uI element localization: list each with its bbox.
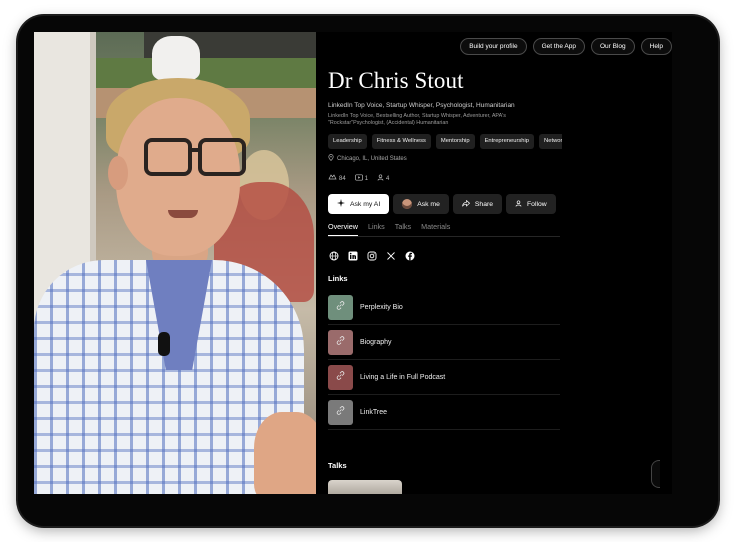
tag-chip[interactable]: Fitness & Wellness bbox=[371, 134, 431, 149]
list-item[interactable]: LinkTree bbox=[328, 395, 560, 430]
tag-chip[interactable]: Leadership bbox=[328, 134, 367, 149]
link-thumbnail bbox=[328, 294, 353, 320]
photo-mouth bbox=[168, 210, 198, 218]
talks-section-title: Talks bbox=[328, 461, 347, 470]
list-item[interactable]: Perplexity Bio bbox=[328, 290, 560, 325]
person-icon bbox=[515, 199, 522, 209]
tab-materials[interactable]: Materials bbox=[421, 222, 450, 236]
likes-stat: 84 bbox=[328, 174, 346, 183]
photo-microphone bbox=[158, 332, 170, 356]
ask-me-button[interactable]: Ask me bbox=[393, 194, 449, 214]
location-text: Chicago, IL, United States bbox=[337, 155, 407, 162]
tag-list: Leadership Fitness & Wellness Mentorship… bbox=[328, 134, 562, 150]
sparkle-icon bbox=[337, 199, 345, 209]
follow-button[interactable]: Follow bbox=[506, 194, 556, 214]
facebook-icon[interactable] bbox=[404, 250, 415, 261]
tab-overview[interactable]: Overview bbox=[328, 222, 358, 236]
link-thumbnail bbox=[328, 329, 353, 355]
list-item[interactable]: Biography bbox=[328, 325, 560, 360]
link-label: Living a Life in Full Podcast bbox=[360, 373, 446, 381]
link-icon bbox=[335, 298, 346, 316]
tab-talks[interactable]: Talks bbox=[395, 222, 411, 236]
get-app-button[interactable]: Get the App bbox=[532, 38, 585, 55]
links-section-title: Links bbox=[328, 274, 348, 283]
share-icon bbox=[462, 199, 470, 209]
photo-glasses bbox=[144, 138, 246, 176]
photo-hand bbox=[254, 412, 316, 494]
followers-stat: 4 bbox=[377, 174, 389, 183]
x-icon[interactable] bbox=[385, 250, 396, 261]
person-icon bbox=[377, 174, 384, 183]
tag-chip[interactable]: Entrepreneurship bbox=[479, 134, 535, 149]
link-label: Perplexity Bio bbox=[360, 303, 403, 311]
profile-tabs: Overview Links Talks Materials bbox=[328, 222, 560, 237]
location-pin-icon bbox=[328, 154, 334, 163]
link-thumbnail bbox=[328, 364, 353, 390]
blog-button[interactable]: Our Blog bbox=[590, 38, 635, 55]
help-button[interactable]: Help bbox=[640, 38, 672, 55]
share-button[interactable]: Share bbox=[452, 194, 503, 214]
ask-ai-button[interactable]: Ask my AI bbox=[328, 194, 390, 214]
profile-content: Build your profile Get the App Our Blog … bbox=[316, 32, 672, 494]
media-stat: 1 bbox=[354, 174, 368, 183]
tag-chip[interactable]: Networking B bbox=[539, 134, 562, 149]
profile-headline: LinkedIn Top Voice, Startup Whisper, Psy… bbox=[328, 102, 515, 109]
link-thumbnail bbox=[328, 399, 353, 425]
hands-icon bbox=[328, 174, 337, 183]
talk-thumbnail[interactable] bbox=[328, 480, 402, 494]
profile-name: Dr Chris Stout bbox=[328, 68, 464, 93]
action-buttons: Ask my AI Ask me Share Follow bbox=[328, 194, 556, 214]
tag-chip[interactable]: Mentorship bbox=[435, 134, 475, 149]
link-label: LinkTree bbox=[360, 408, 387, 416]
instagram-icon[interactable] bbox=[366, 250, 377, 261]
links-list: Perplexity Bio Biography Living a Life i… bbox=[328, 290, 560, 430]
scroll-handle[interactable] bbox=[651, 460, 660, 488]
photo-player bbox=[152, 36, 200, 80]
avatar bbox=[402, 199, 413, 209]
globe-icon[interactable] bbox=[328, 250, 339, 261]
photo-face bbox=[116, 98, 240, 256]
linkedin-icon[interactable] bbox=[347, 250, 358, 261]
device-frame: Build your profile Get the App Our Blog … bbox=[18, 16, 718, 526]
photo-ear bbox=[108, 156, 128, 190]
media-icon bbox=[354, 174, 363, 183]
profile-stats: 84 1 4 bbox=[328, 174, 389, 183]
link-icon bbox=[335, 368, 346, 386]
link-icon bbox=[335, 403, 346, 421]
profile-photo bbox=[34, 32, 316, 494]
location: Chicago, IL, United States bbox=[328, 154, 407, 163]
link-label: Biography bbox=[360, 338, 392, 346]
social-links bbox=[328, 250, 415, 261]
tab-links[interactable]: Links bbox=[368, 222, 385, 236]
link-icon bbox=[335, 333, 346, 351]
build-profile-button[interactable]: Build your profile bbox=[460, 38, 527, 55]
list-item[interactable]: Living a Life in Full Podcast bbox=[328, 360, 560, 395]
top-nav: Build your profile Get the App Our Blog … bbox=[460, 38, 672, 55]
screen: Build your profile Get the App Our Blog … bbox=[34, 32, 672, 494]
profile-bio: LinkedIn Top Voice, Bestselling Author, … bbox=[328, 113, 506, 127]
